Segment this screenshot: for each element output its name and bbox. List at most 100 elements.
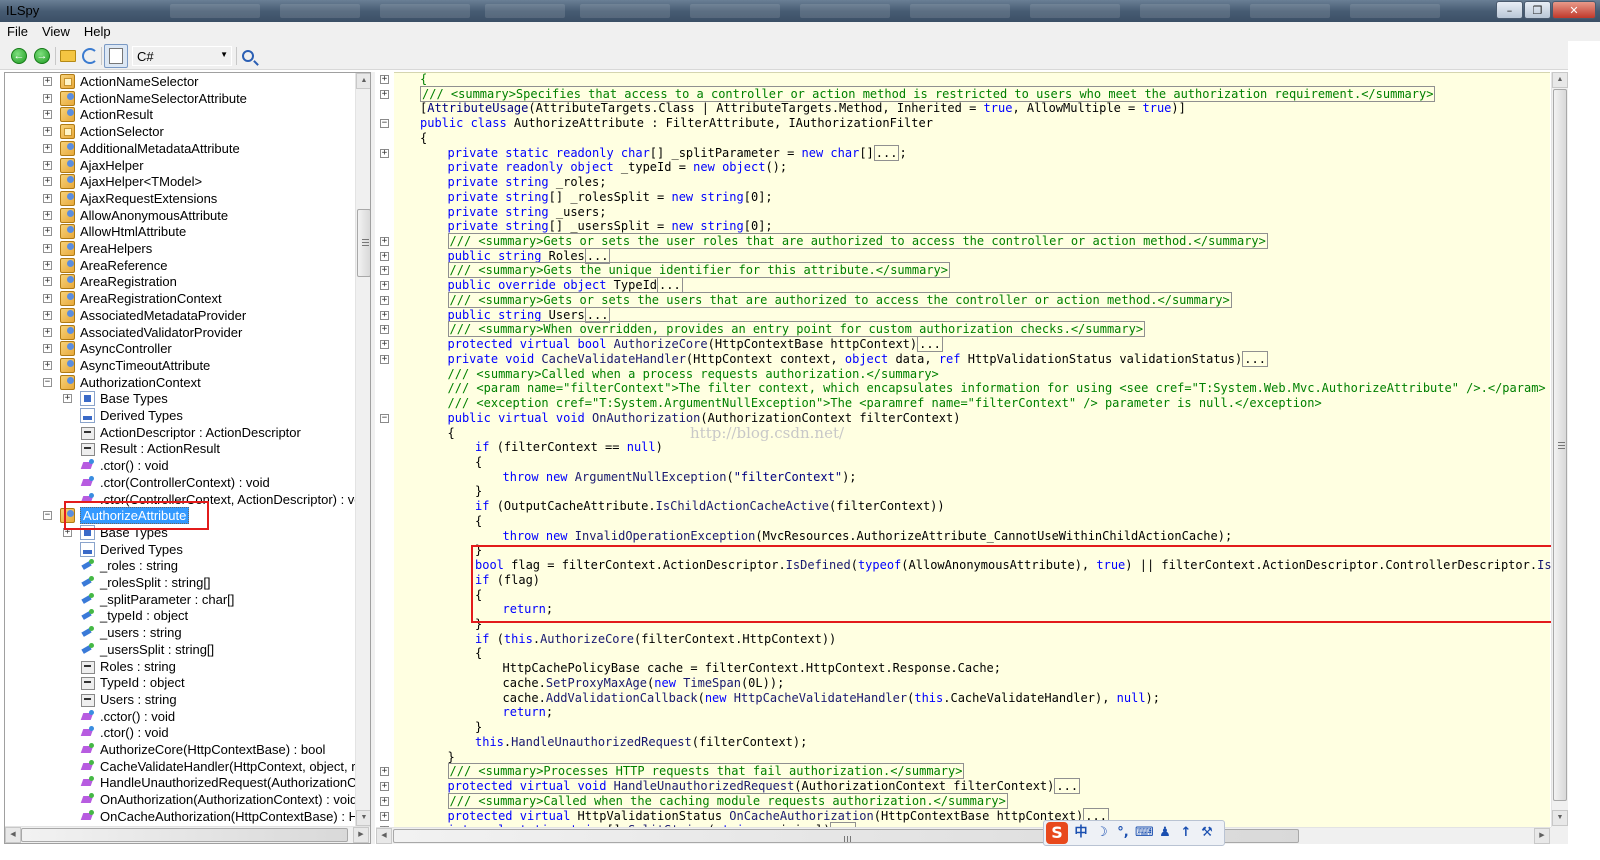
tree-node[interactable]: _roles : string <box>63 557 178 574</box>
collapsed-body-ellipsis[interactable]: ... <box>917 336 943 353</box>
scroll-right-button[interactable]: ▶ <box>353 827 369 843</box>
tree-node[interactable]: + AreaReference <box>43 257 167 274</box>
fold-expand-icon[interactable]: + <box>380 237 389 247</box>
fold-expand-icon[interactable]: + <box>380 148 389 158</box>
scroll-left-button[interactable]: ◀ <box>376 828 392 844</box>
open-button[interactable] <box>58 46 78 66</box>
tree-node[interactable]: + AreaRegistrationContext <box>43 290 222 307</box>
collapsed-summary[interactable]: /// <summary>Specifies that access to a … <box>420 85 1436 102</box>
ime-punctuation-icon[interactable]: °, <box>1114 824 1132 842</box>
fold-expand-icon[interactable]: + <box>380 782 389 792</box>
tree-node[interactable]: .ctor() : void <box>63 457 169 474</box>
fold-expand-icon[interactable]: + <box>380 310 389 320</box>
collapsed-body-ellipsis[interactable]: ... <box>584 247 611 264</box>
fold-expand-icon[interactable]: + <box>380 251 389 261</box>
scroll-up-button[interactable]: ▲ <box>356 73 370 89</box>
expand-icon[interactable]: + <box>43 160 52 170</box>
scroll-right-button[interactable]: ▶ <box>1534 828 1550 844</box>
tree-vertical-scrollbar[interactable]: ▲ ▼ <box>355 73 370 826</box>
scroll-down-button[interactable]: ▼ <box>356 810 370 826</box>
collapsed-summary[interactable]: /// <summary>Gets the unique identifier … <box>447 262 950 279</box>
tree-node[interactable]: + AreaHelpers <box>43 240 152 257</box>
language-select[interactable]: C# ▼ <box>132 46 232 66</box>
tree-node[interactable]: + AjaxRequestExtensions <box>43 190 217 207</box>
collapsed-summary[interactable]: /// <summary>Gets or sets the user roles… <box>447 233 1268 250</box>
ime-language-icon[interactable]: 中 <box>1072 824 1090 842</box>
tree-node[interactable]: .cctor() : void <box>63 708 175 725</box>
expand-icon[interactable]: + <box>43 244 52 253</box>
tree-node[interactable]: Result : ActionResult <box>63 440 220 457</box>
expand-icon[interactable]: + <box>43 260 52 270</box>
tree-node[interactable]: AuthorizeCore(HttpContextBase) : bool <box>63 741 325 758</box>
reload-button[interactable] <box>80 46 100 66</box>
tree-node[interactable]: Roles : string <box>63 658 176 675</box>
expand-icon[interactable]: + <box>43 77 52 86</box>
expand-icon[interactable]: + <box>43 294 52 304</box>
tree-node[interactable]: + Base Types <box>63 390 168 407</box>
menu-file[interactable]: File <box>0 22 35 41</box>
tree-node[interactable]: − AuthorizationContext <box>43 374 201 391</box>
maximize-button[interactable]: ❐ <box>1524 1 1551 19</box>
expand-icon[interactable]: + <box>43 310 52 320</box>
expand-icon[interactable]: + <box>43 277 52 287</box>
minimize-button[interactable]: – <box>1496 1 1523 19</box>
tree-node[interactable]: _splitParameter : char[] <box>63 591 234 608</box>
collapsed-body-ellipsis[interactable]: ... <box>873 144 900 161</box>
fold-collapse-icon[interactable]: − <box>380 119 389 129</box>
menu-help[interactable]: Help <box>77 22 118 41</box>
collapsed-body-ellipsis[interactable]: ... <box>1054 778 1081 795</box>
tree-node[interactable]: + AdditionalMetadataAttribute <box>43 140 240 157</box>
tree-node[interactable]: + AssociatedValidatorProvider <box>43 324 242 341</box>
tree-node[interactable]: _users : string <box>63 624 182 641</box>
tree-node[interactable]: CacheValidateHandler(HttpContext, object… <box>63 758 363 775</box>
close-button[interactable]: ✕ <box>1552 1 1596 19</box>
tree-node[interactable]: + ActionNameSelectorAttribute <box>43 90 247 107</box>
collapse-icon[interactable]: − <box>43 377 52 387</box>
expand-icon[interactable]: + <box>43 227 52 237</box>
collapsed-body-ellipsis[interactable]: ... <box>657 277 683 294</box>
tree-node[interactable]: + ActionNameSelector <box>43 73 199 90</box>
fold-expand-icon[interactable]: + <box>380 295 389 305</box>
fold-expand-icon[interactable]: + <box>380 811 389 821</box>
tree-node[interactable]: ActionDescriptor : ActionDescriptor <box>63 424 301 441</box>
code-horizontal-scrollbar[interactable]: ◀ ▶ <box>376 827 1551 844</box>
tree-node[interactable]: + AreaRegistration <box>43 273 177 290</box>
ime-tools-icon[interactable]: ⚒ <box>1198 824 1216 842</box>
fold-expand-icon[interactable]: + <box>380 796 389 806</box>
expand-icon[interactable]: + <box>43 143 52 153</box>
scroll-up-button[interactable]: ▲ <box>1552 72 1568 88</box>
fold-expand-icon[interactable]: + <box>380 767 389 777</box>
back-button[interactable]: ← <box>9 46 29 66</box>
tree-node[interactable]: _typeId : object <box>63 607 188 624</box>
collapsed-body-ellipsis[interactable]: ... <box>1242 350 1268 367</box>
tree-node[interactable]: OnCacheAuthorization(HttpContextBase) : … <box>63 808 365 825</box>
collapsed-summary[interactable]: /// <summary>Called when the caching mod… <box>447 792 1008 809</box>
tree-node[interactable]: + ActionSelector <box>43 123 164 140</box>
tree-node[interactable]: HandleUnauthorizedRequest(AuthorizationC… <box>63 774 364 791</box>
expand-icon[interactable]: + <box>43 360 52 370</box>
expand-icon[interactable]: + <box>43 110 52 120</box>
tree-node[interactable]: + AssociatedMetadataProvider <box>43 307 246 324</box>
tree-node[interactable]: Derived Types <box>63 407 183 424</box>
scroll-left-button[interactable]: ◀ <box>5 827 21 843</box>
tree-node[interactable]: .ctor() : void <box>63 724 169 741</box>
ime-keyboard-icon[interactable]: ⌨ <box>1135 824 1154 842</box>
fold-expand-icon[interactable]: + <box>380 89 389 99</box>
tree-scroll-thumb[interactable] <box>357 209 370 277</box>
ime-skin-icon[interactable]: ↑ <box>1177 824 1195 842</box>
fold-expand-icon[interactable]: + <box>380 75 389 84</box>
collapsed-summary[interactable]: /// <summary>Gets or sets the users that… <box>447 291 1232 308</box>
tree-node[interactable]: + AllowAnonymousAttribute <box>43 207 228 224</box>
expand-icon[interactable]: + <box>43 193 52 203</box>
expand-icon[interactable]: + <box>43 177 52 187</box>
collapsed-summary[interactable]: /// <summary>Processes HTTP requests tha… <box>447 763 965 780</box>
tree-node[interactable]: .ctor(ControllerContext) : void <box>63 474 270 491</box>
panel-splitter[interactable] <box>371 72 375 844</box>
collapse-icon[interactable]: − <box>43 511 52 521</box>
tree-node[interactable]: _usersSplit : string[] <box>63 641 214 658</box>
tree-node[interactable]: + AjaxHelper <box>43 157 144 174</box>
fold-expand-icon[interactable]: + <box>380 325 389 335</box>
tree-hscroll-thumb[interactable] <box>21 828 348 842</box>
scroll-down-button[interactable]: ▼ <box>1552 810 1568 826</box>
tree-node[interactable]: + AjaxHelper<TModel> <box>43 173 202 190</box>
